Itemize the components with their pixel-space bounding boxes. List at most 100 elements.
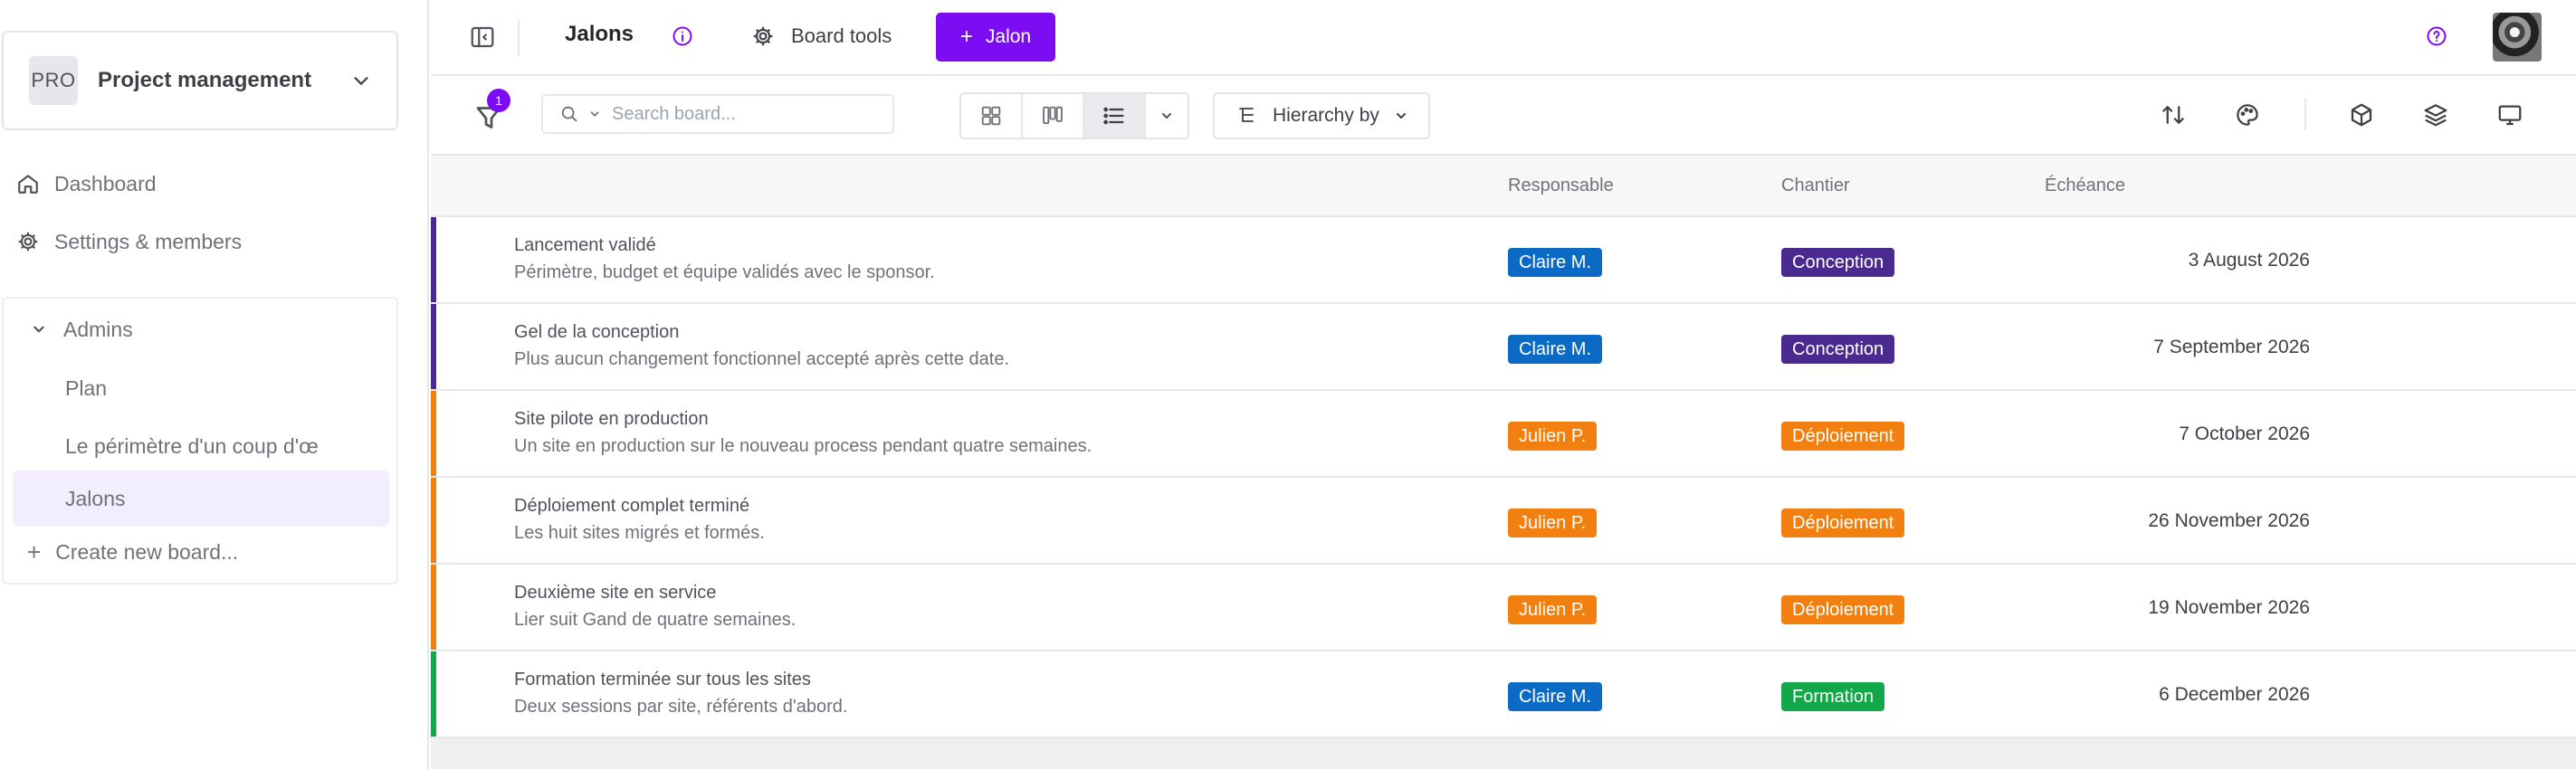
owner-badge[interactable]: Claire M. (1508, 682, 1603, 711)
create-board-label: Create new board... (55, 539, 239, 564)
board-tools-button[interactable]: Board tools (751, 20, 892, 52)
palette-icon[interactable] (2234, 101, 2261, 128)
row-color-bar (431, 304, 436, 389)
row-color-bar (431, 651, 436, 737)
grid-icon (981, 106, 1001, 126)
table-row[interactable]: Formation terminée sur tous les sites De… (431, 651, 2576, 738)
group-label: Admins (63, 317, 133, 341)
sort-icon[interactable] (2160, 101, 2187, 128)
row-description: Plus aucun changement fonctionnel accept… (514, 349, 1010, 369)
row-description: Deux sessions par site, référents d'abor… (514, 697, 848, 717)
chevron-down-icon (1396, 113, 1406, 119)
chantier-badge[interactable]: Déploiement (1781, 509, 1905, 537)
owner-badge[interactable]: Julien P. (1508, 595, 1598, 624)
milestones-table: Responsable Chantier Échéance Lancement … (431, 154, 2576, 769)
row-color-bar (431, 565, 436, 650)
boards-panel: Admins Plan Le périmètre d'un coup d'œ J… (2, 297, 398, 585)
view-switcher (959, 92, 1189, 139)
divider (2304, 98, 2306, 130)
column-header-chantier[interactable]: Chantier (1781, 176, 1850, 196)
box-icon[interactable] (2348, 101, 2375, 128)
grid-view-button[interactable] (961, 94, 1023, 138)
chantier-badge[interactable]: Conception (1781, 335, 1895, 364)
owner-badge[interactable]: Julien P. (1508, 509, 1598, 537)
table-footer (431, 738, 2576, 769)
table-row[interactable]: Site pilote en production Un site en pro… (431, 391, 2576, 478)
due-date: 7 September 2026 (2153, 337, 2310, 357)
hierarchy-icon (1239, 108, 1254, 122)
due-date: 26 November 2026 (2148, 510, 2310, 531)
sidebar-board-jalons[interactable]: Jalons (13, 471, 389, 527)
create-board-button[interactable]: + Create new board... (27, 532, 238, 572)
collapse-sidebar-icon[interactable] (469, 24, 496, 51)
board-label: Plan (65, 375, 108, 400)
sidebar-item-label: Settings & members (54, 229, 243, 253)
sidebar: PRO Project management Dashboard Setting… (0, 0, 429, 770)
kanban-view-button[interactable] (1023, 94, 1084, 138)
hierarchy-by-button[interactable]: Hierarchy by (1213, 92, 1430, 139)
add-jalon-label: Jalon (985, 26, 1032, 47)
chevron-down-icon (1162, 113, 1171, 119)
owner-badge[interactable]: Claire M. (1508, 248, 1603, 277)
sidebar-item-settings[interactable]: Settings & members (16, 222, 242, 261)
row-color-bar (431, 391, 436, 476)
project-badge: PRO (29, 56, 78, 105)
row-color-bar (431, 478, 436, 563)
table-body: Lancement validé Périmètre, budget et éq… (431, 217, 2576, 738)
board-label: Jalons (65, 486, 126, 510)
board-label: Le périmètre d'un coup d'œ (65, 433, 319, 458)
table-row[interactable]: Déploiement complet terminé Les huit sit… (431, 478, 2576, 565)
board-toolbar: 1 Hierarchy by (431, 78, 2576, 154)
project-switcher[interactable]: PRO Project management (2, 31, 398, 130)
table-row[interactable]: Lancement validé Périmètre, budget et éq… (431, 217, 2576, 304)
info-icon[interactable] (672, 25, 693, 47)
project-name: Project management (98, 68, 312, 92)
chantier-badge[interactable]: Déploiement (1781, 422, 1905, 451)
hierarchy-label: Hierarchy by (1273, 105, 1379, 126)
row-title: Formation terminée sur tous les sites (514, 670, 811, 689)
column-header-echeance[interactable]: Échéance (2045, 176, 2125, 196)
table-row[interactable]: Deuxième site en service Lier suit Gand … (431, 565, 2576, 651)
plus-icon: + (959, 24, 973, 49)
search-input[interactable] (612, 103, 847, 125)
home-icon (18, 175, 38, 194)
chantier-badge[interactable]: Formation (1781, 682, 1885, 711)
row-description: Lier suit Gand de quatre semaines. (514, 610, 797, 630)
table-header: Responsable Chantier Échéance (431, 154, 2576, 217)
sidebar-board-perimetre[interactable]: Le périmètre d'un coup d'œ (13, 418, 389, 474)
table-row[interactable]: Gel de la conception Plus aucun changeme… (431, 304, 2576, 391)
more-views-button[interactable] (1146, 94, 1188, 138)
row-title: Site pilote en production (514, 409, 709, 429)
filter-count-badge: 1 (487, 89, 510, 112)
list-icon (1103, 107, 1124, 125)
sidebar-item-dashboard[interactable]: Dashboard (16, 164, 157, 204)
row-title: Deuxième site en service (514, 583, 717, 603)
chevron-down-icon (590, 111, 599, 117)
chantier-badge[interactable]: Déploiement (1781, 595, 1905, 624)
owner-badge[interactable]: Julien P. (1508, 422, 1598, 451)
search-field[interactable] (541, 94, 894, 134)
plus-icon: + (27, 537, 42, 566)
row-title: Lancement validé (514, 235, 656, 255)
due-date: 7 October 2026 (2179, 423, 2310, 444)
search-icon (561, 106, 577, 122)
layers-icon[interactable] (2422, 101, 2449, 128)
chevron-down-icon (33, 326, 44, 333)
row-title: Gel de la conception (514, 322, 680, 342)
gear-icon (18, 232, 38, 252)
group-admins[interactable]: Admins (31, 306, 133, 353)
due-date: 3 August 2026 (2188, 250, 2310, 271)
sidebar-board-plan[interactable]: Plan (13, 360, 389, 416)
list-view-button[interactable] (1084, 94, 1146, 138)
column-header-responsable[interactable]: Responsable (1508, 176, 1614, 196)
add-jalon-button[interactable]: + Jalon (936, 13, 1055, 62)
row-description: Périmètre, budget et équipe validés avec… (514, 262, 935, 282)
owner-badge[interactable]: Claire M. (1508, 335, 1603, 364)
top-bar: Jalons Board tools + Jalon (431, 0, 2576, 76)
help-icon[interactable] (2426, 25, 2447, 47)
chantier-badge[interactable]: Conception (1781, 248, 1895, 277)
row-color-bar (431, 217, 436, 302)
row-description: Les huit sites migrés et formés. (514, 523, 765, 543)
avatar[interactable] (2493, 13, 2542, 62)
monitor-icon[interactable] (2496, 101, 2524, 128)
